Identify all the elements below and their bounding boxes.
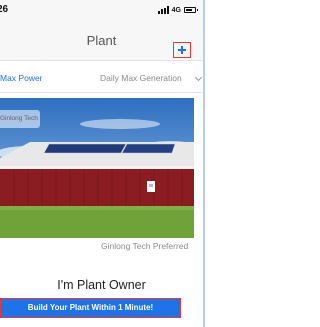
owner-heading: I'm Plant Owner [57, 278, 146, 292]
build-plant-button[interactable]: Build Your Plant Within 1 Minute! [0, 298, 181, 318]
status-bar: 26 4G [0, 0, 203, 20]
preferred-caption: Ginlong Tech Preferred [101, 241, 189, 251]
add-plant-button[interactable] [173, 42, 191, 58]
network-type: 4G [171, 6, 181, 14]
signal-icon [157, 6, 169, 14]
status-indicators: 4G [157, 5, 198, 15]
battery-icon [184, 7, 198, 13]
status-time: 26 [0, 4, 9, 15]
chevron-down-icon[interactable] [194, 73, 203, 82]
tab-max-power[interactable]: Max Power [0, 73, 43, 83]
phone-screen: 26 4G Plant Max Power Daily Max Generati… [0, 0, 205, 327]
watermark-label: Ginlong Tech [0, 110, 40, 128]
tab-daily-max-generation[interactable]: Daily Max Generation [100, 73, 182, 83]
hero-image: Ginlong Tech [0, 98, 194, 238]
sort-tabs: Max Power Daily Max Generation [0, 62, 203, 93]
